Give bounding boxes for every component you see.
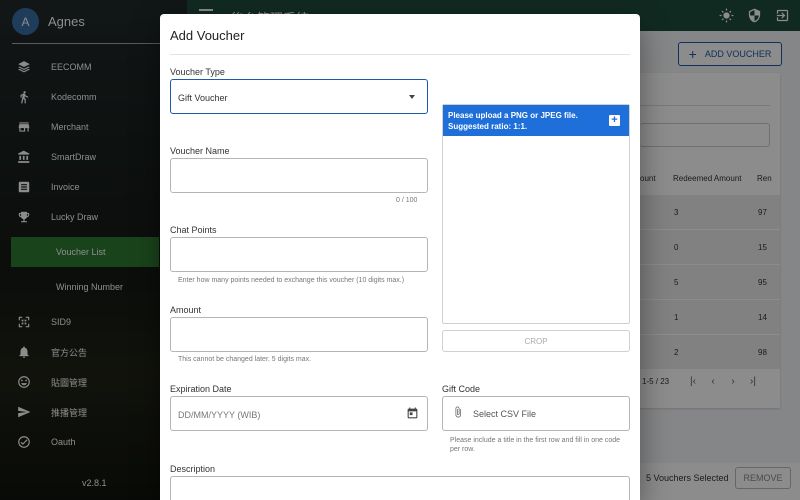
voucher-name-label: Voucher Name	[170, 146, 230, 156]
chat-points-input[interactable]	[170, 237, 428, 272]
description-label: Description	[170, 464, 216, 474]
add-image-icon[interactable]: +	[609, 115, 620, 126]
amount-helper: This cannot be changed later. 5 digits m…	[178, 356, 312, 363]
upload-instruction: Please upload a PNG or JPEG file.	[448, 111, 578, 120]
dialog-title: Add Voucher	[170, 28, 245, 43]
image-upload-header[interactable]: Please upload a PNG or JPEG file. Sugges…	[443, 105, 629, 136]
add-voucher-dialog: Add Voucher Voucher Type Gift Voucher Vo…	[160, 14, 640, 500]
calendar-icon[interactable]	[406, 407, 419, 420]
gift-code-helper: Please include a title in the first row …	[450, 437, 621, 454]
voucher-type-select[interactable]: Gift Voucher	[170, 79, 428, 114]
expiration-date-label: Expiration Date	[170, 384, 232, 394]
dialog-divider	[170, 54, 630, 55]
upload-ratio: Suggested ratio: 1:1.	[448, 121, 528, 131]
chat-points-label: Chat Points	[170, 225, 217, 235]
voucher-name-counter: 0 / 100	[396, 197, 418, 204]
image-upload-area[interactable]: Please upload a PNG or JPEG file. Sugges…	[442, 104, 630, 324]
amount-label: Amount	[170, 305, 202, 315]
chevron-down-icon	[409, 95, 415, 99]
gift-code-file-input[interactable]: Select CSV File	[442, 396, 630, 431]
paperclip-icon	[452, 405, 464, 419]
gift-code-placeholder: Select CSV File	[473, 409, 537, 419]
amount-input[interactable]	[170, 317, 428, 352]
description-input[interactable]	[170, 476, 630, 500]
expiration-date-placeholder: DD/MM/YYYY (WIB)	[178, 410, 261, 420]
voucher-name-input[interactable]	[170, 158, 428, 193]
voucher-type-value: Gift Voucher	[178, 93, 228, 103]
gift-code-label: Gift Code	[442, 384, 481, 394]
crop-button[interactable]: CROP	[442, 330, 630, 352]
voucher-type-label: Voucher Type	[170, 67, 225, 77]
chat-points-helper: Enter how many points needed to exchange…	[178, 277, 405, 284]
expiration-date-input[interactable]: DD/MM/YYYY (WIB)	[170, 396, 428, 431]
